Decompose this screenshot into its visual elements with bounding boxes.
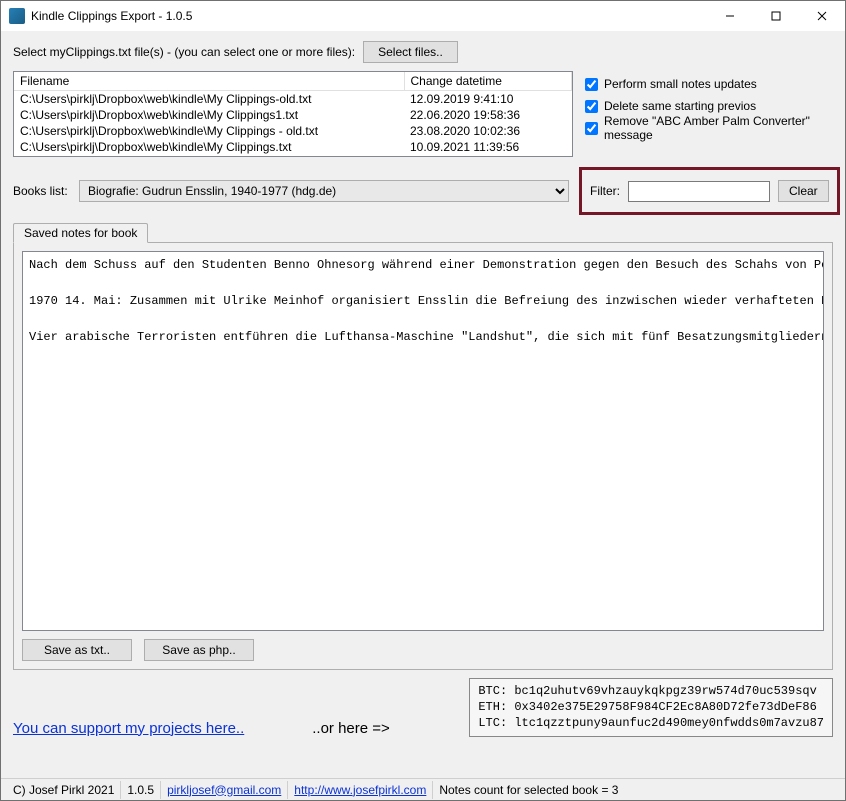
filter-label: Filter: bbox=[590, 184, 620, 198]
check-remove-abc-box[interactable] bbox=[585, 122, 598, 135]
select-files-label: Select myClippings.txt file(s) - (you ca… bbox=[13, 45, 355, 59]
filter-block: Filter: Clear bbox=[579, 167, 840, 215]
status-notes-count: Notes count for selected book = 3 bbox=[433, 781, 624, 799]
filter-input[interactable] bbox=[628, 181, 770, 202]
app-icon bbox=[9, 8, 25, 24]
save-txt-button[interactable]: Save as txt.. bbox=[22, 639, 132, 661]
window-title: Kindle Clippings Export - 1.0.5 bbox=[31, 9, 707, 23]
eth-address: ETH: 0x3402e375E29758F984CF2Ec8A80D72fe7… bbox=[478, 699, 824, 715]
check-remove-abc[interactable]: Remove "ABC Amber Palm Converter" messag… bbox=[585, 117, 833, 139]
crypto-box: BTC: bc1q2uhutv69vhzauykqkpgz39rw574d70u… bbox=[469, 678, 833, 737]
notes-textarea[interactable]: Nach dem Schuss auf den Studenten Benno … bbox=[22, 251, 824, 631]
table-row[interactable]: C:\Users\pirklj\Dropbox\web\kindle\My Cl… bbox=[14, 139, 572, 155]
ltc-address: LTC: ltc1qzztpuny9aunfuc2d490mey0nfwdds0… bbox=[478, 715, 824, 731]
table-row[interactable]: C:\Users\pirklj\Dropbox\web\kindle\My Cl… bbox=[14, 91, 572, 108]
statusbar: C) Josef Pirkl 2021 1.0.5 pirkljosef@gma… bbox=[1, 778, 845, 800]
table-row[interactable]: C:\Users\pirklj\Dropbox\web\kindle\My Cl… bbox=[14, 107, 572, 123]
status-copyright: C) Josef Pirkl 2021 bbox=[7, 781, 121, 799]
file-table[interactable]: Filename Change datetime C:\Users\pirklj… bbox=[13, 71, 573, 157]
books-list-select[interactable]: Biografie: Gudrun Ensslin, 1940-1977 (hd… bbox=[79, 180, 569, 202]
check-small-notes-box[interactable] bbox=[585, 78, 598, 91]
check-small-notes[interactable]: Perform small notes updates bbox=[585, 73, 833, 95]
titlebar: Kindle Clippings Export - 1.0.5 bbox=[1, 1, 845, 31]
tab-saved-notes[interactable]: Saved notes for book bbox=[13, 223, 148, 243]
btc-address: BTC: bc1q2uhutv69vhzauykqkpgz39rw574d70u… bbox=[478, 683, 824, 699]
support-link[interactable]: You can support my projects here.. bbox=[13, 720, 244, 737]
close-button[interactable] bbox=[799, 1, 845, 31]
maximize-button[interactable] bbox=[753, 1, 799, 31]
check-delete-previos-box[interactable] bbox=[585, 100, 598, 113]
notes-panel: Nach dem Schuss auf den Studenten Benno … bbox=[13, 242, 833, 670]
options-checks: Perform small notes updates Delete same … bbox=[585, 71, 833, 139]
status-url-link[interactable]: http://www.josefpirkl.com bbox=[294, 783, 426, 797]
status-version: 1.0.5 bbox=[121, 781, 161, 799]
save-php-button[interactable]: Save as php.. bbox=[144, 639, 254, 661]
books-list-label: Books list: bbox=[13, 184, 69, 198]
col-filename[interactable]: Filename bbox=[14, 72, 404, 91]
select-files-button[interactable]: Select files.. bbox=[363, 41, 458, 63]
clear-button[interactable]: Clear bbox=[778, 180, 829, 202]
status-email-link[interactable]: pirkljosef@gmail.com bbox=[167, 783, 281, 797]
minimize-button[interactable] bbox=[707, 1, 753, 31]
col-changedt[interactable]: Change datetime bbox=[404, 72, 572, 91]
table-row[interactable]: C:\Users\pirklj\Dropbox\web\kindle\My Cl… bbox=[14, 123, 572, 139]
or-here-label: ..or here => bbox=[312, 720, 390, 737]
